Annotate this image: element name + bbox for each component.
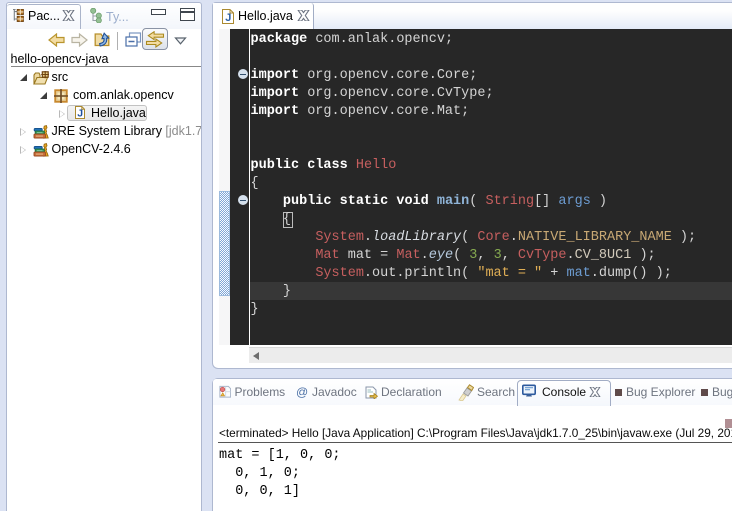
svg-text:J: J (225, 12, 231, 24)
svg-text:J: J (77, 108, 83, 119)
